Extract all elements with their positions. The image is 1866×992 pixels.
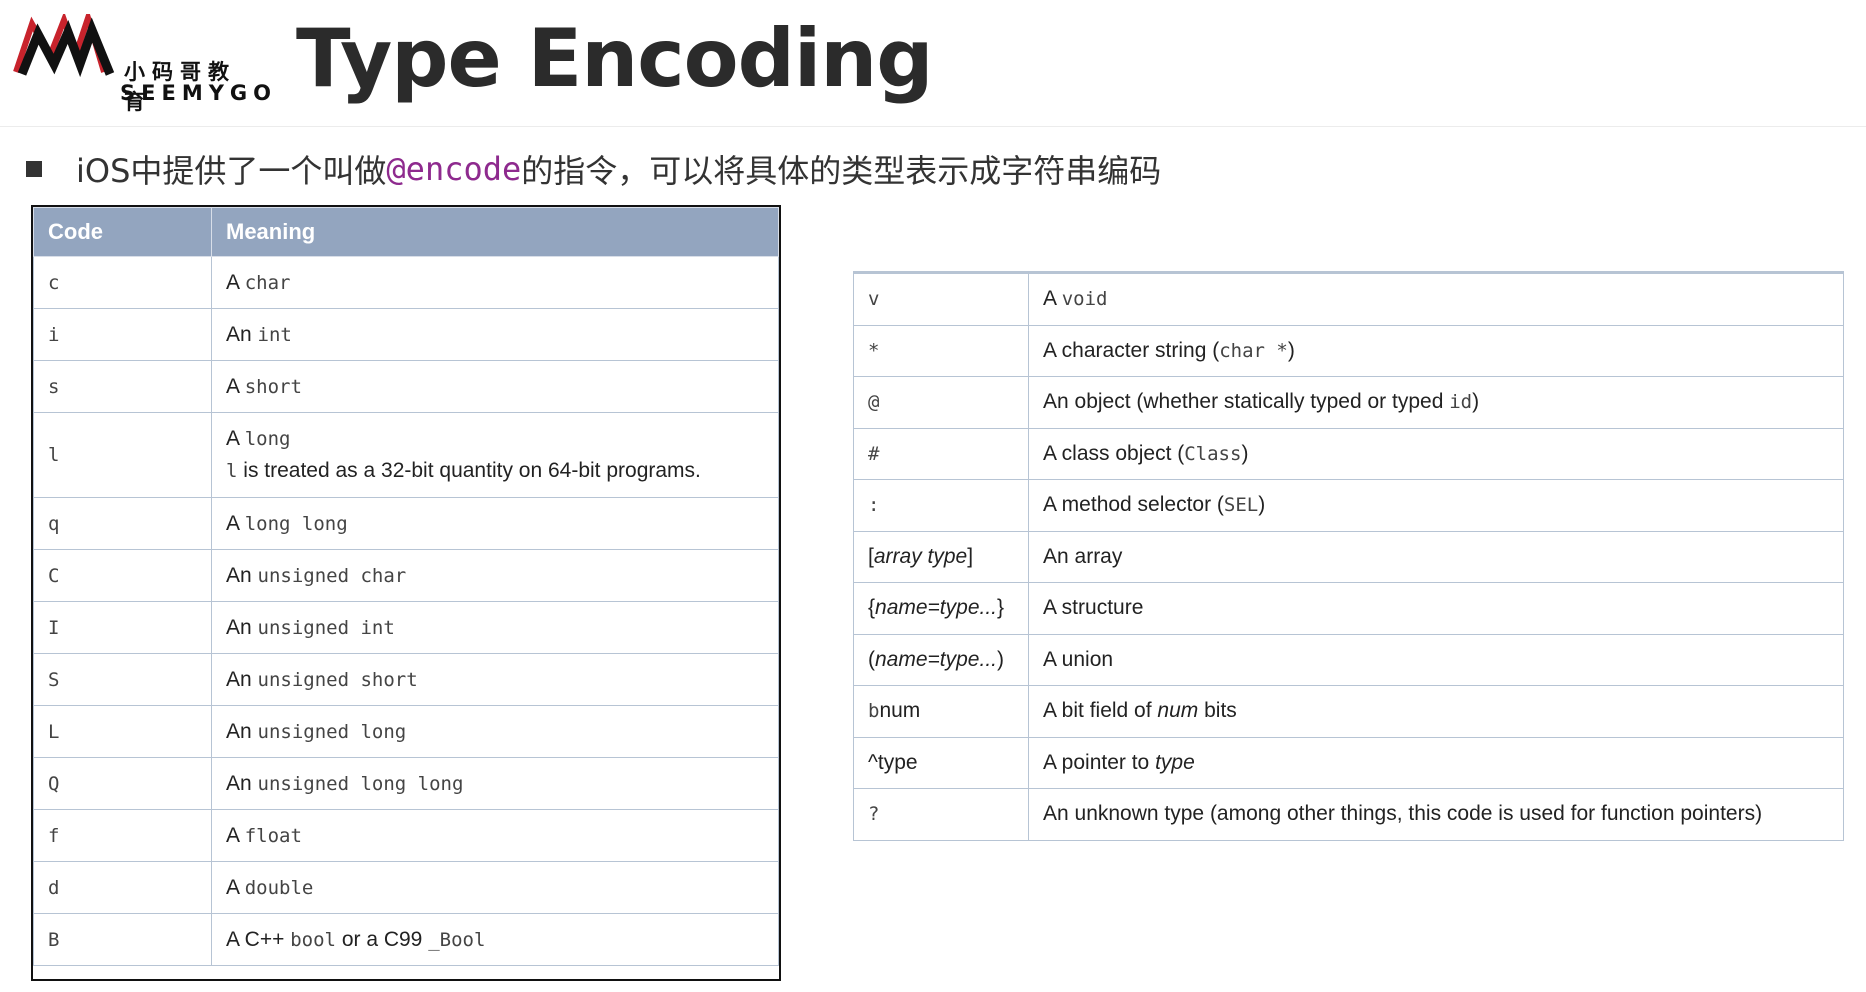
table-row: @ An object (whether statically typed or… xyxy=(853,376,1844,429)
code-cell: q xyxy=(33,497,212,550)
bullet-code: @encode xyxy=(386,150,522,188)
table-row: * A character string (char *) xyxy=(853,324,1844,377)
meaning-cell: A character string (char *) xyxy=(1028,324,1844,377)
code-cell: bnum xyxy=(853,685,1029,738)
table-row: s A short xyxy=(33,360,779,413)
code-cell: # xyxy=(853,427,1029,480)
code-cell: c xyxy=(33,256,212,309)
meaning-cell: An unsigned long long xyxy=(211,757,779,810)
table-row: [array type] An array xyxy=(853,530,1844,583)
meaning-cell: A long l is treated as a 32-bit quantity … xyxy=(211,412,779,498)
meaning-cell: A short xyxy=(211,360,779,413)
meaning-cell: A char xyxy=(211,256,779,309)
meaning-cell: A void xyxy=(1028,273,1844,326)
table-row: (name=type...) A union xyxy=(853,633,1844,686)
code-cell: @ xyxy=(853,376,1029,429)
code-cell: * xyxy=(853,324,1029,377)
meaning-cell: A C++ bool or a C99 _Bool xyxy=(211,913,779,966)
code-cell: (name=type...) xyxy=(853,633,1029,686)
code-cell: s xyxy=(33,360,212,413)
header-meaning: Meaning xyxy=(211,207,779,257)
table-row: : A method selector (SEL) xyxy=(853,479,1844,532)
code-cell: v xyxy=(853,273,1029,326)
meaning-cell: A pointer to type xyxy=(1028,736,1844,789)
table-row: S An unsigned short xyxy=(33,653,779,706)
meaning-cell: An object (whether statically typed or t… xyxy=(1028,376,1844,429)
meaning-note: l is treated as a 32-bit quantity on 64-… xyxy=(226,459,701,482)
table-row: ? An unknown type (among other things, t… xyxy=(853,788,1844,841)
bullet-text-before: iOS中提供了一个叫做 xyxy=(76,152,387,190)
table-row: # A class object (Class) xyxy=(853,427,1844,480)
bullet-point: iOS中提供了一个叫做 @encode 的指令，可以将具体的类型表示成字符串编码 xyxy=(26,146,1161,192)
table-row: L An unsigned long xyxy=(33,705,779,758)
table-row: f A float xyxy=(33,809,779,862)
bullet-square-icon xyxy=(26,161,42,177)
table-row: l A long l is treated as a 32-bit quantit… xyxy=(33,412,779,498)
meaning-cell: An int xyxy=(211,308,779,361)
code-cell: Q xyxy=(33,757,212,810)
table-row: ^type A pointer to type xyxy=(853,736,1844,789)
meaning-cell: An array xyxy=(1028,530,1844,583)
meaning-cell: An unsigned int xyxy=(211,601,779,654)
header-code: Code xyxy=(33,207,212,257)
meaning-cell: A long long xyxy=(211,497,779,550)
meaning-cell: An unsigned long xyxy=(211,705,779,758)
table-row: q A long long xyxy=(33,497,779,550)
meaning-cell: A bit field of num bits xyxy=(1028,685,1844,738)
code-cell: C xyxy=(33,549,212,602)
code-cell: l xyxy=(33,412,212,498)
code-cell: I xyxy=(33,601,212,654)
table-row: c A char xyxy=(33,256,779,309)
table-row: B A C++ bool or a C99 _Bool xyxy=(33,913,779,966)
logo-english-text: SEEMYGO xyxy=(120,81,278,105)
table-row: i An int xyxy=(33,308,779,361)
code-cell: [array type] xyxy=(853,530,1029,583)
code-cell: S xyxy=(33,653,212,706)
code-cell: {name=type...} xyxy=(853,582,1029,635)
table-row: I An unsigned int xyxy=(33,601,779,654)
bullet-text-after: 的指令，可以将具体的类型表示成字符串编码 xyxy=(521,152,1162,190)
code-cell: : xyxy=(853,479,1029,532)
table-row: C An unsigned char xyxy=(33,549,779,602)
code-cell: ? xyxy=(853,788,1029,841)
page-title: Type Encoding xyxy=(296,12,933,105)
meaning-cell: An unknown type (among other things, thi… xyxy=(1028,788,1844,841)
meaning-cell: A union xyxy=(1028,633,1844,686)
table-row: {name=type...} A structure xyxy=(853,582,1844,635)
meaning-cell: A double xyxy=(211,861,779,914)
meaning-cell: An unsigned char xyxy=(211,549,779,602)
meaning-cell: A float xyxy=(211,809,779,862)
table-row: bnum A bit field of num bits xyxy=(853,685,1844,738)
meaning-cell: A structure xyxy=(1028,582,1844,635)
meaning-cell: A method selector (SEL) xyxy=(1028,479,1844,532)
code-cell: f xyxy=(33,809,212,862)
logo-m-mark xyxy=(13,14,115,78)
header: 小码哥教育 SEEMYGO Type Encoding xyxy=(0,0,1866,127)
code-cell: L xyxy=(33,705,212,758)
type-encoding-table-left: Code Meaning c A char i An int s A short… xyxy=(31,205,781,981)
type-encoding-table-right: v A void * A character string (char *) @… xyxy=(853,271,1844,851)
table-row: d A double xyxy=(33,861,779,914)
code-cell: i xyxy=(33,308,212,361)
meaning-cell: An unsigned short xyxy=(211,653,779,706)
table-row: v A void xyxy=(853,273,1844,326)
table-row: Q An unsigned long long xyxy=(33,757,779,810)
table-header-row: Code Meaning xyxy=(33,207,779,257)
code-cell: ^type xyxy=(853,736,1029,789)
meaning-cell: A class object (Class) xyxy=(1028,427,1844,480)
seemygo-logo: 小码哥教育 SEEMYGO xyxy=(12,14,271,114)
code-cell: d xyxy=(33,861,212,914)
code-cell: B xyxy=(33,913,212,966)
